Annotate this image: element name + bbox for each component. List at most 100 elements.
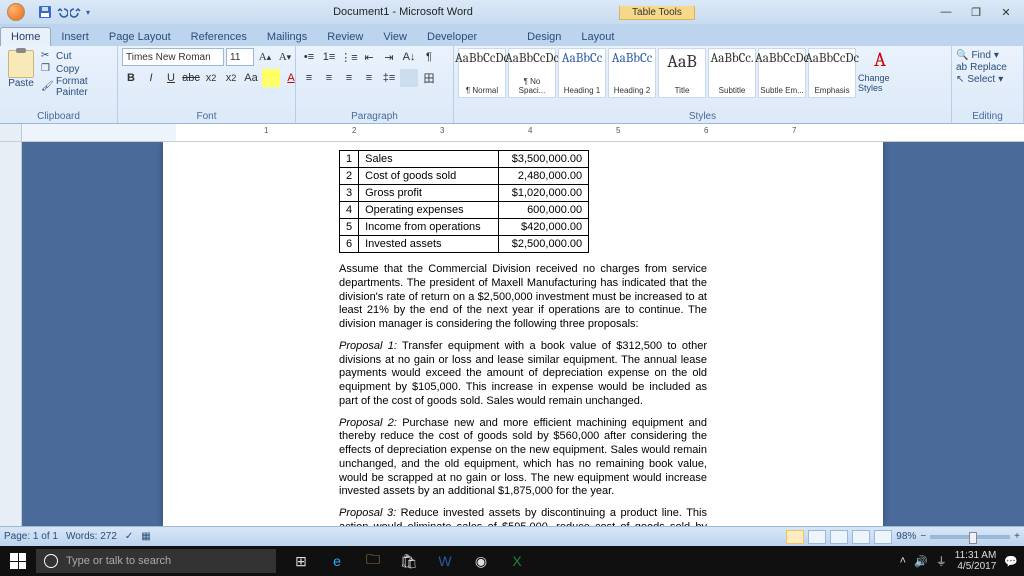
- numbering-button[interactable]: 1≡: [320, 48, 338, 66]
- table-row[interactable]: 1Sales$3,500,000.00: [340, 151, 589, 168]
- draft-view[interactable]: [874, 530, 892, 544]
- office-button[interactable]: [0, 0, 32, 24]
- page[interactable]: 1Sales$3,500,000.002Cost of goods sold2,…: [163, 142, 883, 526]
- shrink-font-button[interactable]: A▾: [276, 48, 294, 66]
- align-center-button[interactable]: ≡: [320, 69, 338, 87]
- table-row[interactable]: 3Gross profit$1,020,000.00: [340, 185, 589, 202]
- strike-button[interactable]: abc: [182, 69, 200, 87]
- word-count[interactable]: Words: 272: [66, 531, 117, 542]
- zoom-slider[interactable]: [930, 535, 1010, 539]
- cortana-search[interactable]: Type or talk to search: [36, 549, 276, 573]
- style-emphasis[interactable]: AaBbCcDcEmphasis: [808, 48, 856, 98]
- tab-insert[interactable]: Insert: [51, 28, 99, 46]
- align-right-button[interactable]: ≡: [340, 69, 358, 87]
- font-size-combo[interactable]: 11: [226, 48, 254, 66]
- chrome-icon[interactable]: ◉: [464, 546, 498, 576]
- minimize-button[interactable]: —: [932, 3, 960, 21]
- zoom-level[interactable]: 98%: [896, 531, 916, 542]
- web-layout-view[interactable]: [830, 530, 848, 544]
- outline-view[interactable]: [852, 530, 870, 544]
- tray-chevron-icon[interactable]: ˄: [900, 555, 906, 567]
- undo-icon[interactable]: [54, 5, 68, 19]
- network-icon[interactable]: ⏚: [936, 553, 947, 569]
- tab-layout[interactable]: Layout: [571, 28, 624, 46]
- table-row[interactable]: 2Cost of goods sold2,480,000.00: [340, 168, 589, 185]
- tab-design[interactable]: Design: [517, 28, 571, 46]
- justify-button[interactable]: ≡: [360, 69, 378, 87]
- change-case-button[interactable]: Aa: [242, 69, 260, 87]
- excel-icon[interactable]: X: [500, 546, 534, 576]
- print-layout-view[interactable]: [786, 530, 804, 544]
- change-styles-button[interactable]: AChange Styles: [858, 48, 902, 93]
- start-button[interactable]: [0, 553, 36, 569]
- proposal-1[interactable]: Proposal 1: Transfer equipment with a bo…: [339, 340, 707, 409]
- paste-icon[interactable]: [8, 50, 34, 78]
- sort-button[interactable]: A↓: [400, 48, 418, 66]
- spellcheck-icon[interactable]: ✓: [125, 531, 133, 542]
- style--normal[interactable]: AaBbCcDc¶ Normal: [458, 48, 506, 98]
- full-screen-view[interactable]: [808, 530, 826, 544]
- zoom-out-button[interactable]: −: [920, 531, 926, 542]
- format-painter-button[interactable]: 🖌Format Painter: [41, 76, 113, 98]
- highlight-button[interactable]: [262, 69, 280, 87]
- financial-table[interactable]: 1Sales$3,500,000.002Cost of goods sold2,…: [339, 150, 589, 253]
- tab-references[interactable]: References: [181, 28, 257, 46]
- find-button[interactable]: 🔍Find ▾: [956, 50, 999, 61]
- edge-icon[interactable]: e: [320, 546, 354, 576]
- page-indicator[interactable]: Page: 1 of 1: [4, 531, 58, 542]
- subscript-button[interactable]: x2: [202, 69, 220, 87]
- bullets-button[interactable]: •≡: [300, 48, 318, 66]
- qat-dropdown-icon[interactable]: ▾: [86, 8, 90, 17]
- outdent-button[interactable]: ⇤: [360, 48, 378, 66]
- superscript-button[interactable]: x2: [222, 69, 240, 87]
- proposal-3[interactable]: Proposal 3: Reduce invested assets by di…: [339, 507, 707, 526]
- tab-review[interactable]: Review: [317, 28, 373, 46]
- font-name-combo[interactable]: Times New Roman: [122, 48, 224, 66]
- bold-button[interactable]: B: [122, 69, 140, 87]
- style-subtle-em-[interactable]: AaBbCcDcSubtle Em...: [758, 48, 806, 98]
- underline-button[interactable]: U: [162, 69, 180, 87]
- macro-icon[interactable]: ▦: [141, 531, 150, 542]
- tab-page-layout[interactable]: Page Layout: [99, 28, 181, 46]
- multilevel-button[interactable]: ⋮≡: [340, 48, 358, 66]
- save-icon[interactable]: [38, 5, 52, 19]
- clock[interactable]: 11:31 AM 4/5/2017: [955, 550, 997, 572]
- align-left-button[interactable]: ≡: [300, 69, 318, 87]
- page-scroll[interactable]: 1Sales$3,500,000.002Cost of goods sold2,…: [22, 142, 1024, 526]
- volume-icon[interactable]: 🔊: [914, 555, 928, 568]
- line-spacing-button[interactable]: ‡≡: [380, 69, 398, 87]
- word-icon[interactable]: W: [428, 546, 462, 576]
- redo-icon[interactable]: [70, 5, 84, 19]
- table-row[interactable]: 6Invested assets$2,500,000.00: [340, 236, 589, 253]
- paste-label[interactable]: Paste: [8, 78, 34, 89]
- tab-view[interactable]: View: [373, 28, 417, 46]
- shading-button[interactable]: [400, 69, 418, 87]
- task-view-icon[interactable]: ⊞: [284, 546, 318, 576]
- style--no-spaci-[interactable]: AaBbCcDc¶ No Spaci...: [508, 48, 556, 98]
- table-row[interactable]: 4Operating expenses600,000.00: [340, 202, 589, 219]
- grow-font-button[interactable]: A▴: [256, 48, 274, 66]
- tab-home[interactable]: Home: [0, 27, 51, 46]
- select-button[interactable]: ↖Select ▾: [956, 74, 1003, 85]
- close-button[interactable]: ✕: [992, 3, 1020, 21]
- replace-button[interactable]: abReplace: [956, 62, 1007, 73]
- proposal-2[interactable]: Proposal 2: Purchase new and more effici…: [339, 417, 707, 500]
- style-heading-1[interactable]: AaBbCcHeading 1: [558, 48, 606, 98]
- file-explorer-icon[interactable]: 🗀: [356, 546, 390, 576]
- tab-developer[interactable]: Developer: [417, 28, 487, 46]
- intro-paragraph[interactable]: Assume that the Commercial Division rece…: [339, 263, 707, 332]
- action-center-icon[interactable]: 💬: [1004, 555, 1018, 568]
- show-marks-button[interactable]: ¶: [420, 48, 438, 66]
- table-row[interactable]: 5Income from operations$420,000.00: [340, 219, 589, 236]
- copy-button[interactable]: ❐Copy: [41, 63, 113, 75]
- borders-button[interactable]: 田: [420, 69, 438, 87]
- zoom-in-button[interactable]: +: [1014, 531, 1020, 542]
- maximize-button[interactable]: ❐: [962, 3, 990, 21]
- style-heading-2[interactable]: AaBbCcHeading 2: [608, 48, 656, 98]
- style-title[interactable]: AaBTitle: [658, 48, 706, 98]
- tab-mailings[interactable]: Mailings: [257, 28, 317, 46]
- style-subtitle[interactable]: AaBbCc.Subtitle: [708, 48, 756, 98]
- indent-button[interactable]: ⇥: [380, 48, 398, 66]
- store-icon[interactable]: 🛍: [392, 546, 426, 576]
- italic-button[interactable]: I: [142, 69, 160, 87]
